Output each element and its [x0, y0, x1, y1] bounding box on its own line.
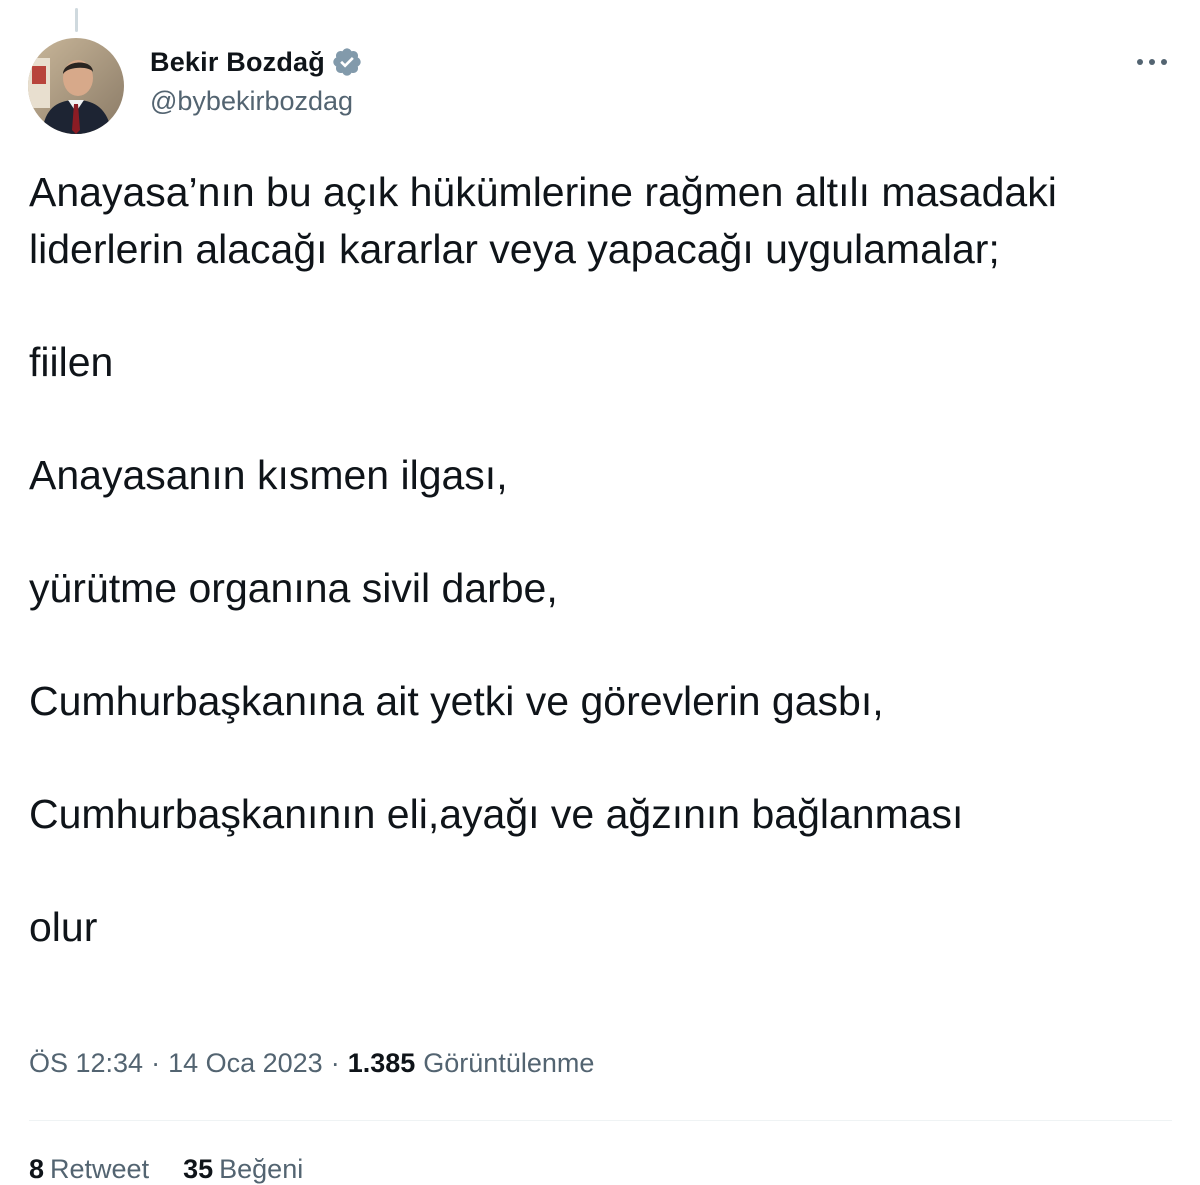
thread-connector-line [75, 8, 78, 32]
tweet-paragraph: Anayasa’nın bu açık hükümlerine rağmen a… [29, 169, 1057, 272]
tweet-date[interactable]: 14 Oca 2023 [168, 1048, 323, 1079]
tweet-text: Anayasa’nın bu açık hükümlerine rağmen a… [29, 164, 1149, 956]
tweet-paragraph: Anayasanın kısmen ilgası, [29, 452, 508, 498]
views-label: Görüntülenme [423, 1048, 595, 1078]
likes-stat[interactable]: 35 Beğeni [183, 1154, 303, 1185]
more-horizontal-icon [1137, 59, 1167, 65]
retweets-stat[interactable]: 8 Retweet [29, 1154, 149, 1185]
author-block: Bekir Bozdağ @bybekirbozdag [150, 44, 363, 117]
meta-separator: · [330, 1048, 340, 1078]
retweets-count: 8 [29, 1154, 45, 1184]
more-options-button[interactable] [1130, 44, 1174, 80]
meta-separator: · [151, 1048, 161, 1078]
author-display-name[interactable]: Bekir Bozdağ [150, 47, 325, 78]
tweet-paragraph: Cumhurbaşkanının eli,ayağı ve ağzının ba… [29, 791, 964, 837]
retweets-label: Retweet [50, 1154, 150, 1184]
likes-label: Beğeni [219, 1154, 304, 1184]
tweet-time[interactable]: ÖS 12:34 [29, 1048, 143, 1079]
engagement-stats: 8 Retweet 35 Beğeni [29, 1154, 303, 1185]
tweet-paragraph: Cumhurbaşkanına ait yetki ve görevlerin … [29, 678, 884, 724]
avatar[interactable] [28, 38, 124, 134]
tweet-paragraph: olur [29, 904, 98, 950]
divider [29, 1120, 1172, 1121]
author-name-row: Bekir Bozdağ [150, 44, 363, 80]
view-count: 1.385 [347, 1048, 416, 1078]
avatar-image [28, 38, 124, 134]
verified-badge-icon [331, 46, 363, 78]
author-handle[interactable]: @bybekirbozdag [150, 86, 363, 117]
tweet-paragraph: yürütme organına sivil darbe, [29, 565, 558, 611]
tweet-paragraph: fiilen [29, 339, 114, 385]
tweet-meta: ÖS 12:34 · 14 Oca 2023 · 1.385 Görüntüle… [29, 1048, 594, 1079]
likes-count: 35 [183, 1154, 214, 1184]
